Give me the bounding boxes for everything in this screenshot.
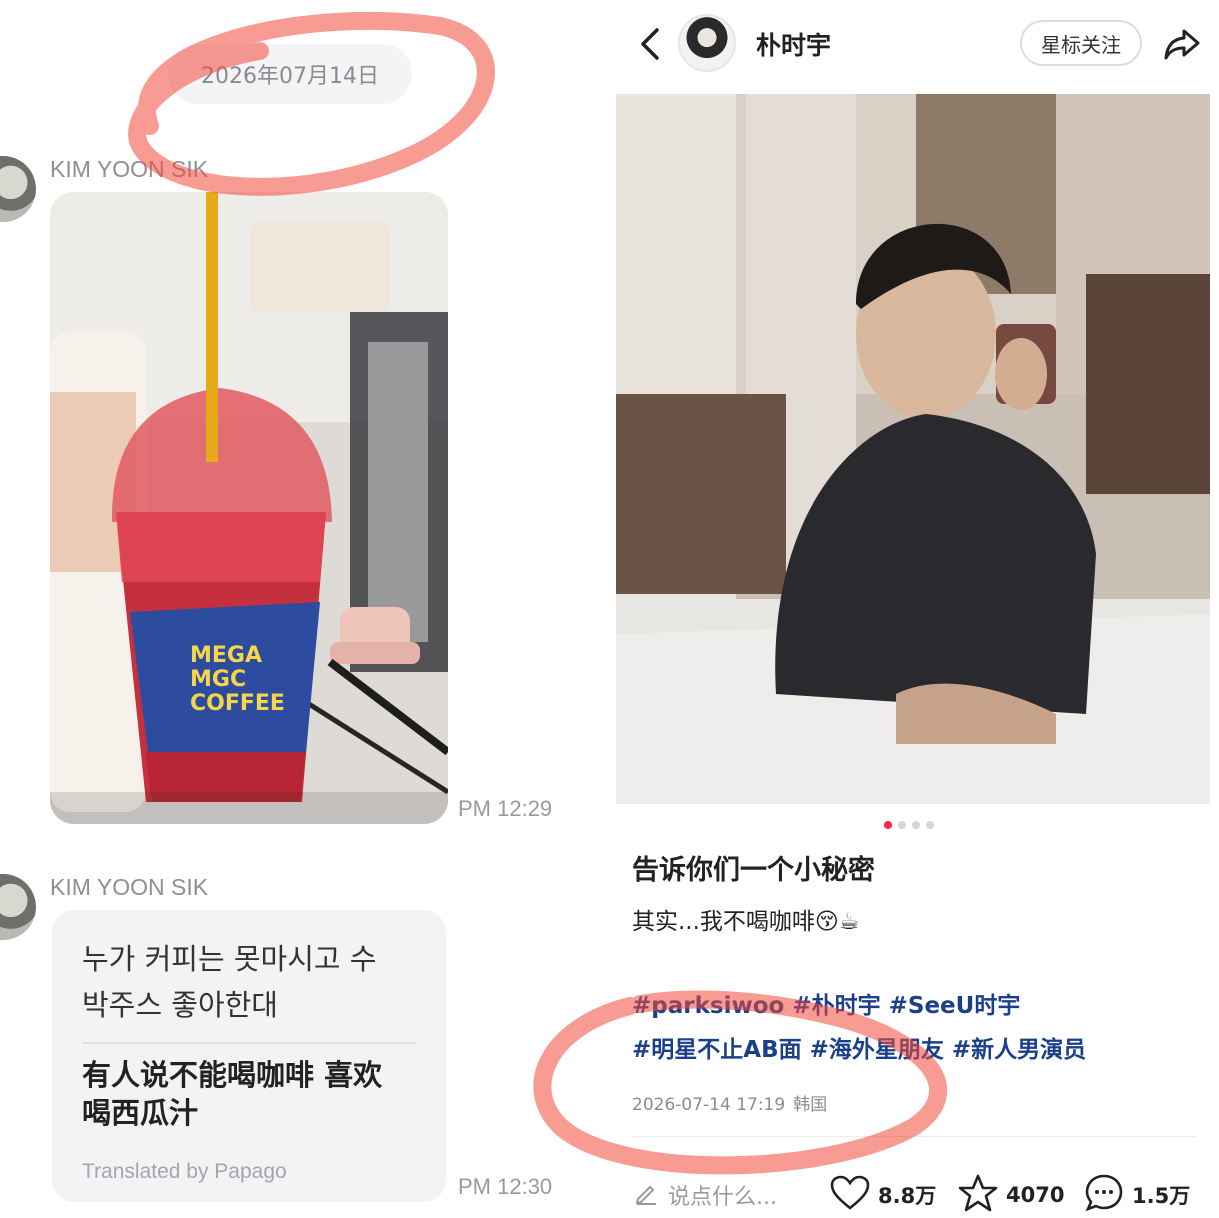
- author-name[interactable]: 朴时宇: [756, 26, 831, 62]
- share-icon[interactable]: [1162, 24, 1202, 64]
- comment-button[interactable]: 1.5万: [1084, 1172, 1190, 1218]
- heart-icon: [830, 1175, 870, 1216]
- hashtag[interactable]: #新人男演员: [952, 1037, 1086, 1063]
- original-line: 누가 커피는 못마시고 수: [82, 942, 377, 976]
- chat-date-divider: 2026年07月14日: [168, 44, 412, 104]
- sender-avatar[interactable]: [0, 156, 36, 222]
- comment-icon: [1084, 1173, 1124, 1218]
- pager-dot[interactable]: [926, 821, 934, 829]
- translated-by-label: Translated by Papago: [82, 1160, 287, 1183]
- sender-avatar[interactable]: [0, 874, 36, 940]
- chat-date-label: 2026年07月14日: [201, 64, 379, 89]
- hashtag-list: #parksiwoo #朴时宇 #SeeU时宇 #明星不止AB面 #海外星朋友 #新人男…: [632, 984, 1202, 1072]
- text-message[interactable]: 누가 커피는 못마시고 수 박주스 좋아한대 有人说不能喝咖啡 喜欢 喝西瓜汁 …: [52, 910, 446, 1202]
- translation-line: 喝西瓜汁: [82, 1096, 199, 1130]
- cup-label-2: MGC: [190, 667, 246, 692]
- original-line: 박주스 좋아한대: [82, 988, 278, 1022]
- favorite-button[interactable]: 4070: [958, 1172, 1064, 1218]
- sender-name: KIM YOON SIK: [50, 874, 209, 900]
- message-time: PM 12:30: [458, 1174, 553, 1199]
- post-location: 韩国: [793, 1095, 828, 1115]
- hashtag[interactable]: #明星不止AB面: [632, 1037, 802, 1063]
- like-count: 8.8万: [878, 1184, 937, 1208]
- pager-dot[interactable]: [898, 821, 906, 829]
- post-date: 2026-07-14 17:19: [632, 1095, 786, 1115]
- back-icon[interactable]: [632, 24, 668, 64]
- annotation-circle: [128, 11, 495, 196]
- post-panel: 朴时宇 星标关注 告诉你们一个小秘密 其实...我不喝咖啡😚☕ #parksiw…: [533, 0, 1219, 1218]
- comment-placeholder: 说点什么...: [668, 1185, 777, 1210]
- author-avatar[interactable]: [678, 14, 736, 72]
- translation-divider: [82, 1042, 416, 1044]
- hashtag[interactable]: #朴时宇: [792, 993, 880, 1019]
- like-button[interactable]: 8.8万: [830, 1172, 936, 1218]
- bottom-action-bar: 说点什么... 8.8万 4070 1.5万: [600, 1160, 1219, 1218]
- image-pager[interactable]: [884, 821, 934, 829]
- pencil-icon: [634, 1179, 660, 1211]
- hashtag[interactable]: #海外星朋友: [810, 1037, 944, 1063]
- post-title: 告诉你们一个小秘密: [632, 855, 875, 886]
- star-icon: [958, 1174, 998, 1217]
- hashtag[interactable]: #SeeU时宇: [889, 993, 1021, 1019]
- favorite-count: 4070: [1006, 1183, 1065, 1207]
- follow-button[interactable]: 星标关注: [1020, 20, 1142, 66]
- sender-name: KIM YOON SIK: [50, 156, 209, 182]
- post-image[interactable]: [616, 94, 1210, 804]
- follow-button-label: 星标关注: [1041, 32, 1121, 57]
- pager-dot[interactable]: [912, 821, 920, 829]
- post-body: 其实...我不喝咖啡😚☕: [632, 909, 860, 935]
- cup-label-1: MEGA: [190, 643, 262, 668]
- photo-message[interactable]: MEGA MGC COFFEE: [50, 192, 448, 824]
- chat-panel: 2026年07月14日 KIM YOON SIK MEGA MGC COFFEE: [0, 0, 600, 1218]
- comment-count: 1.5万: [1132, 1184, 1191, 1208]
- translation-line: 有人说不能喝咖啡 喜欢: [82, 1058, 383, 1092]
- hashtag[interactable]: #parksiwoo: [632, 993, 784, 1019]
- divider: [632, 1136, 1196, 1137]
- pager-dot[interactable]: [884, 821, 892, 829]
- cafe-photo: [616, 94, 1210, 804]
- post-meta: 2026-07-14 17:19 韩国: [632, 1090, 827, 1115]
- drink-photo: MEGA MGC COFFEE: [50, 192, 448, 824]
- comment-input[interactable]: 说点什么...: [634, 1172, 814, 1218]
- message-time: PM 12:29: [458, 796, 553, 821]
- cup-label-3: COFFEE: [190, 691, 285, 716]
